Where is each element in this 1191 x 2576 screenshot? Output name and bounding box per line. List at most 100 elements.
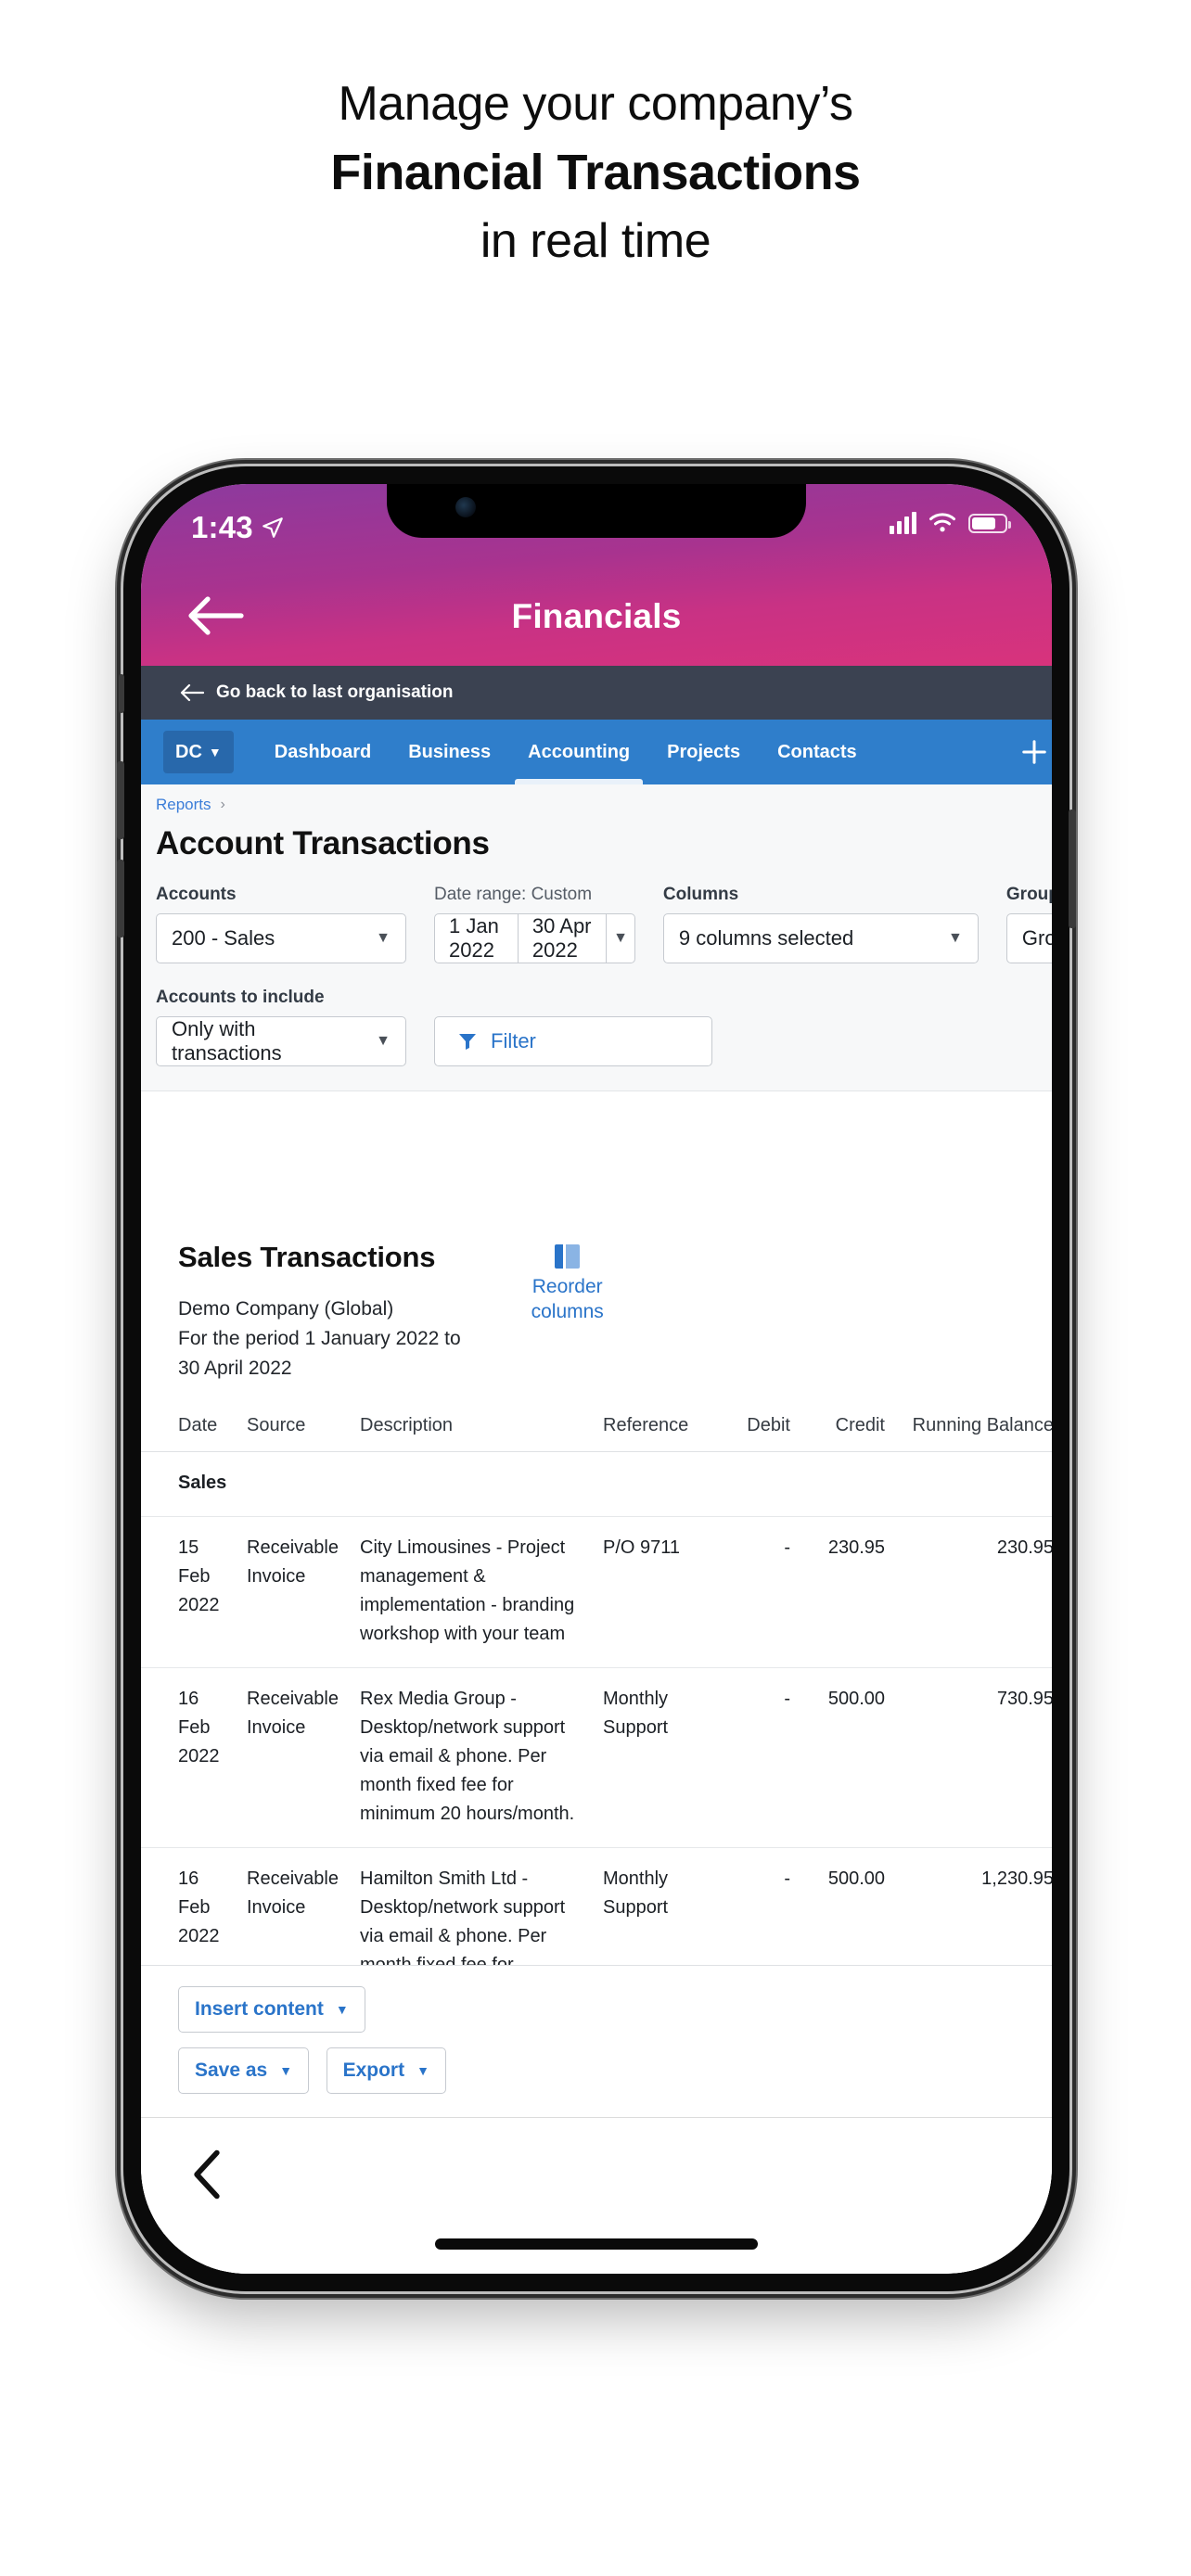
nav-item-contacts[interactable]: Contacts xyxy=(759,720,876,784)
export-button[interactable]: Export ▼ xyxy=(326,2047,446,2094)
mute-switch[interactable] xyxy=(119,674,124,713)
date-range-dropdown-icon[interactable]: ▼ xyxy=(607,913,635,963)
cellular-bars-icon xyxy=(890,512,916,534)
main-navigation-bar: DC ▼ Dashboard Business Accounting Proje… xyxy=(141,720,1052,784)
report-meta: Demo Company (Global) For the period 1 J… xyxy=(178,1294,461,1384)
actions-row-2: Save as ▼ Export ▼ xyxy=(141,2047,1052,2094)
chevron-down-icon: ▼ xyxy=(948,930,963,946)
promo-line-2: Financial Transactions xyxy=(330,145,861,200)
date-to-input[interactable]: 30 Apr 2022 xyxy=(518,913,608,963)
cell-running-balance: 230.95 xyxy=(890,1516,1052,1668)
page-title: Financials xyxy=(511,597,682,635)
breadcrumb-item-reports[interactable]: Reports xyxy=(156,796,211,814)
promo-line-3: in real time xyxy=(480,214,711,268)
cell-reference: P/O 9711 xyxy=(597,1516,711,1668)
columns-value: 9 columns selected xyxy=(678,926,854,950)
insert-content-button[interactable]: Insert content ▼ xyxy=(178,1986,365,2033)
chevron-down-icon: ▼ xyxy=(279,2063,293,2078)
report-period-line-2: 30 April 2022 xyxy=(178,1358,292,1379)
plus-icon[interactable] xyxy=(1020,738,1048,766)
nav-item-projects[interactable]: Projects xyxy=(648,720,759,784)
date-from-input[interactable]: 1 Jan 2022 xyxy=(434,913,519,963)
funnel-icon xyxy=(459,1034,476,1050)
report-period-line-1: For the period 1 January 2022 to xyxy=(178,1328,461,1349)
cell-running-balance: 730.95 xyxy=(890,1667,1052,1848)
notch xyxy=(387,484,806,538)
table-group-label: Sales xyxy=(141,1451,1052,1517)
table-header-row: Date Source Description Reference Debit … xyxy=(141,1415,1052,1452)
accounts-to-include-label: Accounts to include xyxy=(156,988,325,1007)
filter-button-label: Filter xyxy=(491,1029,536,1052)
insert-content-label: Insert content xyxy=(195,1998,324,2020)
reorder-columns-line-2: columns xyxy=(531,1301,604,1322)
nav-item-business[interactable]: Business xyxy=(390,720,509,784)
status-bar-left: 1:43 xyxy=(191,510,285,545)
promo-headline: Manage your company’s Financial Transact… xyxy=(0,70,1191,275)
app-header: 1:43 Financials xyxy=(141,484,1052,666)
table-row[interactable]: 16 Feb 2022 Receivable Invoice Rex Media… xyxy=(141,1667,1052,1848)
browser-bottom-bar xyxy=(141,2117,1052,2274)
accounts-select[interactable]: 200 - Sales ▼ xyxy=(156,913,406,963)
column-header-reference[interactable]: Reference xyxy=(597,1415,711,1452)
cell-credit: 500.00 xyxy=(796,1667,890,1848)
columns-control: Columns 9 columns selected ▼ xyxy=(662,885,979,963)
cell-description: City Limousines - Project management & i… xyxy=(354,1516,597,1668)
column-header-date[interactable]: Date xyxy=(141,1415,241,1452)
chevron-left-icon[interactable] xyxy=(189,2149,224,2200)
reorder-columns-link[interactable]: Reorder columns xyxy=(517,1244,619,1324)
volume-down-button[interactable] xyxy=(117,860,124,937)
cell-debit: - xyxy=(711,1667,796,1848)
chevron-down-icon: ▼ xyxy=(335,2002,349,2017)
report-title: Sales Transactions xyxy=(178,1241,436,1273)
go-back-organisation-bar[interactable]: Go back to last organisation xyxy=(141,666,1052,720)
cell-reference: Monthly Support xyxy=(597,1667,711,1848)
report-page-title: Account Transactions xyxy=(156,825,490,861)
wifi-icon xyxy=(929,513,955,532)
cell-credit: 230.95 xyxy=(796,1516,890,1668)
column-header-running-balance[interactable]: Running Balance xyxy=(890,1415,1052,1452)
accounts-label: Accounts xyxy=(156,885,237,904)
accounts-to-include-value: Only with transactions xyxy=(172,1017,282,1065)
export-label: Export xyxy=(342,2060,405,2081)
accounts-value: 200 - Sales xyxy=(172,926,275,950)
chevron-down-icon: ▼ xyxy=(376,1033,391,1049)
cell-debit: - xyxy=(711,1516,796,1668)
columns-label: Columns xyxy=(662,885,739,904)
date-range-mode: Custom xyxy=(531,885,593,904)
organisation-switcher[interactable]: DC ▼ xyxy=(163,731,234,773)
grouping-select[interactable]: Group by Ac xyxy=(1005,913,1052,963)
go-back-organisation-label: Go back to last organisation xyxy=(216,682,454,702)
nav-item-dashboard[interactable]: Dashboard xyxy=(256,720,390,784)
breadcrumb: Reports › xyxy=(141,796,1052,814)
grouping-control: Grouping/Summ Group by Ac xyxy=(1005,885,1052,963)
save-as-button[interactable]: Save as ▼ xyxy=(178,2047,310,2094)
date-range-group: 1 Jan 2022 30 Apr 2022 ▼ xyxy=(434,913,635,963)
volume-up-button[interactable] xyxy=(117,761,124,839)
table-row[interactable]: 15 Feb 2022 Receivable Invoice City Limo… xyxy=(141,1516,1052,1668)
accounts-to-include-select[interactable]: Only with transactions ▼ xyxy=(156,1016,406,1066)
report-actions: Insert content ▼ Save as ▼ Export ▼ xyxy=(141,1965,1052,2118)
nav-item-accounting[interactable]: Accounting xyxy=(509,720,648,784)
grouping-label: Grouping/Summ xyxy=(1005,885,1052,904)
columns-select[interactable]: 9 columns selected ▼ xyxy=(662,913,979,963)
home-indicator[interactable] xyxy=(435,2238,758,2250)
column-header-source[interactable]: Source xyxy=(241,1415,354,1452)
column-header-debit[interactable]: Debit xyxy=(711,1415,796,1452)
actions-row-1: Insert content ▼ xyxy=(141,1986,1052,2033)
power-button[interactable] xyxy=(1069,810,1076,928)
chevron-down-icon: ▼ xyxy=(208,745,222,759)
date-range-control: Date range: Custom 1 Jan 2022 30 Apr 202… xyxy=(434,885,635,963)
promo-line-1: Manage your company’s xyxy=(338,77,853,131)
save-as-label: Save as xyxy=(195,2060,268,2081)
table-group-row: Sales xyxy=(141,1451,1052,1517)
controls-row-1: Accounts 200 - Sales ▼ Date range: Custo… xyxy=(141,885,1052,963)
phone-screen: 1:43 Financials Go back to last organisa… xyxy=(141,484,1052,2274)
cell-date: 16 Feb 2022 xyxy=(141,1667,241,1848)
report-content: Reports › Account Transactions Accounts … xyxy=(141,784,1052,2274)
status-bar-right xyxy=(890,512,1011,534)
column-header-credit[interactable]: Credit xyxy=(796,1415,890,1452)
cell-source: Receivable Invoice xyxy=(241,1516,354,1668)
column-header-description[interactable]: Description xyxy=(354,1415,597,1452)
report-header-text: Sales Transactions Demo Company (Global)… xyxy=(178,1241,461,1384)
filter-button[interactable]: Filter xyxy=(434,1016,712,1066)
